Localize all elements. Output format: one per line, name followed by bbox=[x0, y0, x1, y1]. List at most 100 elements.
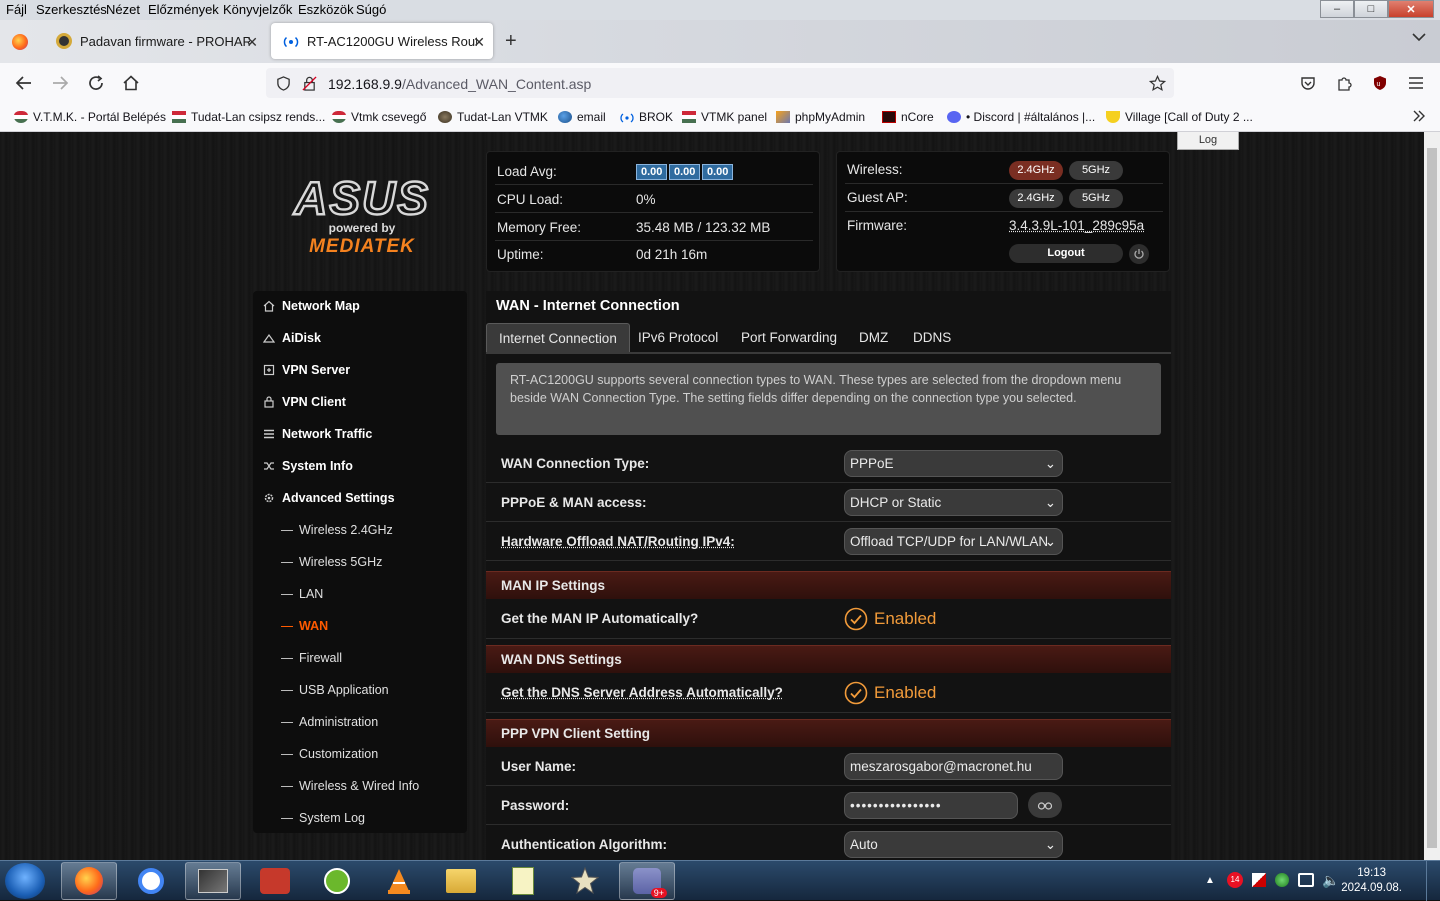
reload-icon[interactable] bbox=[86, 73, 106, 93]
sidebar-item-aidisk[interactable]: AiDisk bbox=[263, 331, 321, 345]
bookmark-item[interactable]: Tudat-Lan csipsz rends... bbox=[172, 110, 325, 124]
taskbar-game[interactable] bbox=[557, 862, 613, 900]
menu-history[interactable]: Előzmények bbox=[148, 2, 219, 17]
tracking-shield-icon[interactable] bbox=[276, 76, 291, 91]
taskbar-doublecommander[interactable] bbox=[247, 862, 303, 900]
sidebar-sub-system-log[interactable]: System Log bbox=[281, 811, 365, 825]
extensions-icon[interactable] bbox=[1334, 73, 1354, 93]
menu-bookmarks[interactable]: Könyvjelzők bbox=[223, 2, 292, 17]
taskbar-explorer[interactable] bbox=[433, 862, 489, 900]
logout-button[interactable]: Logout bbox=[1009, 244, 1123, 263]
page-scrollbar[interactable] bbox=[1424, 132, 1440, 860]
menu-edit[interactable]: Szerkesztés bbox=[36, 2, 107, 17]
bookmark-item[interactable]: Village [Call of Duty 2 ... bbox=[1106, 110, 1253, 124]
pocket-icon[interactable] bbox=[1298, 73, 1318, 93]
offload-select[interactable]: Offload TCP/UDP for LAN/WLAN ⌄ bbox=[844, 528, 1063, 555]
tab-padavan[interactable]: Padavan firmware - PROHARDV ✕ bbox=[44, 23, 266, 59]
guest-24ghz-button[interactable]: 2.4GHz bbox=[1009, 189, 1063, 208]
sidebar-sub-wireless-5[interactable]: Wireless 5GHz bbox=[281, 555, 382, 569]
bookmark-item[interactable]: Tudat-Lan VTMK bbox=[438, 110, 548, 124]
close-window-button[interactable]: ✕ bbox=[1388, 0, 1434, 18]
firefox-view-icon[interactable] bbox=[12, 34, 28, 50]
taskbar-screenshot[interactable] bbox=[185, 862, 241, 900]
tray-badge-icon[interactable]: 14 bbox=[1227, 872, 1243, 888]
minimize-button[interactable]: – bbox=[1320, 0, 1354, 18]
bookmark-item[interactable]: Vtmk csevegő bbox=[332, 110, 426, 124]
sidebar-sub-usb-application[interactable]: USB Application bbox=[281, 683, 389, 697]
list-tabs-icon[interactable] bbox=[1412, 32, 1426, 42]
guest-5ghz-button[interactable]: 5GHz bbox=[1069, 189, 1123, 208]
taskbar-firefox[interactable] bbox=[61, 862, 117, 900]
sidebar-sub-customization[interactable]: Customization bbox=[281, 747, 378, 761]
close-tab-icon[interactable]: ✕ bbox=[246, 34, 258, 51]
bookmark-item[interactable]: V.T.M.K. - Portál Belépés bbox=[14, 110, 166, 124]
sidebar-item-vpn-client[interactable]: VPN Client bbox=[263, 395, 346, 409]
man-auto-toggle[interactable]: Enabled bbox=[844, 607, 936, 631]
ublock-icon[interactable]: u bbox=[1370, 73, 1390, 93]
sidebar-item-vpn-server[interactable]: VPN Server bbox=[263, 363, 350, 377]
taskbar-messenger[interactable]: 9+ bbox=[619, 862, 675, 900]
back-icon[interactable] bbox=[14, 73, 34, 93]
more-bookmarks-icon[interactable] bbox=[1412, 109, 1426, 123]
taskbar-utorrent[interactable] bbox=[309, 862, 365, 900]
show-password-icon[interactable] bbox=[1028, 792, 1062, 818]
sidebar-sub-lan[interactable]: LAN bbox=[281, 587, 323, 601]
menu-help[interactable]: Súgó bbox=[356, 2, 386, 17]
show-desktop-button[interactable] bbox=[1426, 861, 1440, 901]
sidebar-sub-wireless-wired-info[interactable]: Wireless & Wired Info bbox=[281, 779, 419, 793]
close-tab-icon[interactable]: ✕ bbox=[473, 34, 485, 51]
tab-ddns[interactable]: DDNS bbox=[901, 323, 963, 353]
dns-auto-toggle[interactable]: Enabled bbox=[844, 681, 936, 705]
clock[interactable]: 19:13 2024.09.08. bbox=[1341, 866, 1402, 896]
wireless-5ghz-button[interactable]: 5GHz bbox=[1069, 161, 1123, 180]
sidebar-sub-administration[interactable]: Administration bbox=[281, 715, 378, 729]
bookmark-item[interactable]: • Discord | #általános |... bbox=[947, 110, 1095, 124]
address-bar[interactable]: 192.168.9.9/Advanced_WAN_Content.asp bbox=[266, 68, 1174, 98]
sidebar-sub-wireless-24[interactable]: Wireless 2.4GHz bbox=[281, 523, 393, 537]
start-button[interactable] bbox=[5, 863, 45, 899]
sidebar-item-network-traffic[interactable]: Network Traffic bbox=[263, 427, 372, 441]
volume-icon[interactable]: 🔈 bbox=[1322, 872, 1339, 889]
pppoe-man-select[interactable]: DHCP or Static ⌄ bbox=[844, 489, 1063, 516]
taskbar-chrome[interactable] bbox=[123, 862, 179, 900]
maximize-button[interactable]: □ bbox=[1354, 0, 1388, 18]
bookmark-item[interactable]: VTMK panel bbox=[682, 110, 767, 124]
app-menu-icon[interactable] bbox=[1406, 73, 1426, 93]
auth-algorithm-select[interactable]: Auto ⌄ bbox=[844, 831, 1063, 858]
scrollbar-thumb[interactable] bbox=[1427, 148, 1437, 848]
bookmark-item[interactable]: email bbox=[558, 110, 606, 124]
bookmark-star-icon[interactable] bbox=[1149, 75, 1166, 92]
menu-view[interactable]: Nézet bbox=[106, 2, 140, 17]
tab-port-forwarding[interactable]: Port Forwarding bbox=[729, 323, 849, 353]
sidebar-sub-firewall[interactable]: Firewall bbox=[281, 651, 342, 665]
sidebar-item-network-map[interactable]: Network Map bbox=[263, 299, 360, 313]
taskbar-vlc[interactable] bbox=[371, 862, 427, 900]
log-tab[interactable]: Log bbox=[1177, 132, 1239, 150]
tray-expand-icon[interactable]: ▲ bbox=[1205, 875, 1215, 886]
taskbar-notepad[interactable] bbox=[495, 862, 551, 900]
tab-router[interactable]: RT-AC1200GU Wireless Router - ✕ bbox=[271, 23, 493, 59]
tab-internet-connection[interactable]: Internet Connection bbox=[486, 323, 630, 353]
user-name-input[interactable]: meszarosgabor@macronet.hu bbox=[844, 753, 1063, 780]
firmware-value[interactable]: 3.4.3.9L-101_289c95a bbox=[1009, 218, 1144, 233]
url-text[interactable]: 192.168.9.9/Advanced_WAN_Content.asp bbox=[328, 76, 591, 92]
tab-ipv6-protocol[interactable]: IPv6 Protocol bbox=[626, 323, 730, 353]
sidebar-sub-wan[interactable]: WAN bbox=[281, 619, 328, 633]
bookmark-item[interactable]: nCore bbox=[882, 110, 934, 124]
menu-file[interactable]: Fájl bbox=[6, 2, 27, 17]
tab-dmz[interactable]: DMZ bbox=[847, 323, 900, 353]
wan-type-select[interactable]: PPPoE ⌄ bbox=[844, 450, 1063, 477]
network-icon[interactable] bbox=[1298, 873, 1314, 887]
bookmark-item[interactable]: BROK bbox=[620, 110, 673, 124]
sidebar-item-advanced-settings[interactable]: Advanced Settings bbox=[263, 491, 395, 505]
tray-sync-icon[interactable] bbox=[1275, 873, 1289, 887]
action-center-flag-icon[interactable] bbox=[1252, 873, 1266, 887]
insecure-lock-icon[interactable] bbox=[302, 76, 317, 91]
new-tab-icon[interactable]: + bbox=[505, 30, 517, 53]
sidebar-item-system-info[interactable]: System Info bbox=[263, 459, 353, 473]
power-icon[interactable] bbox=[1129, 244, 1149, 264]
forward-icon[interactable] bbox=[50, 73, 70, 93]
menu-tools[interactable]: Eszközök bbox=[298, 2, 354, 17]
wireless-24ghz-button[interactable]: 2.4GHz bbox=[1009, 161, 1063, 180]
home-icon[interactable] bbox=[121, 73, 141, 93]
